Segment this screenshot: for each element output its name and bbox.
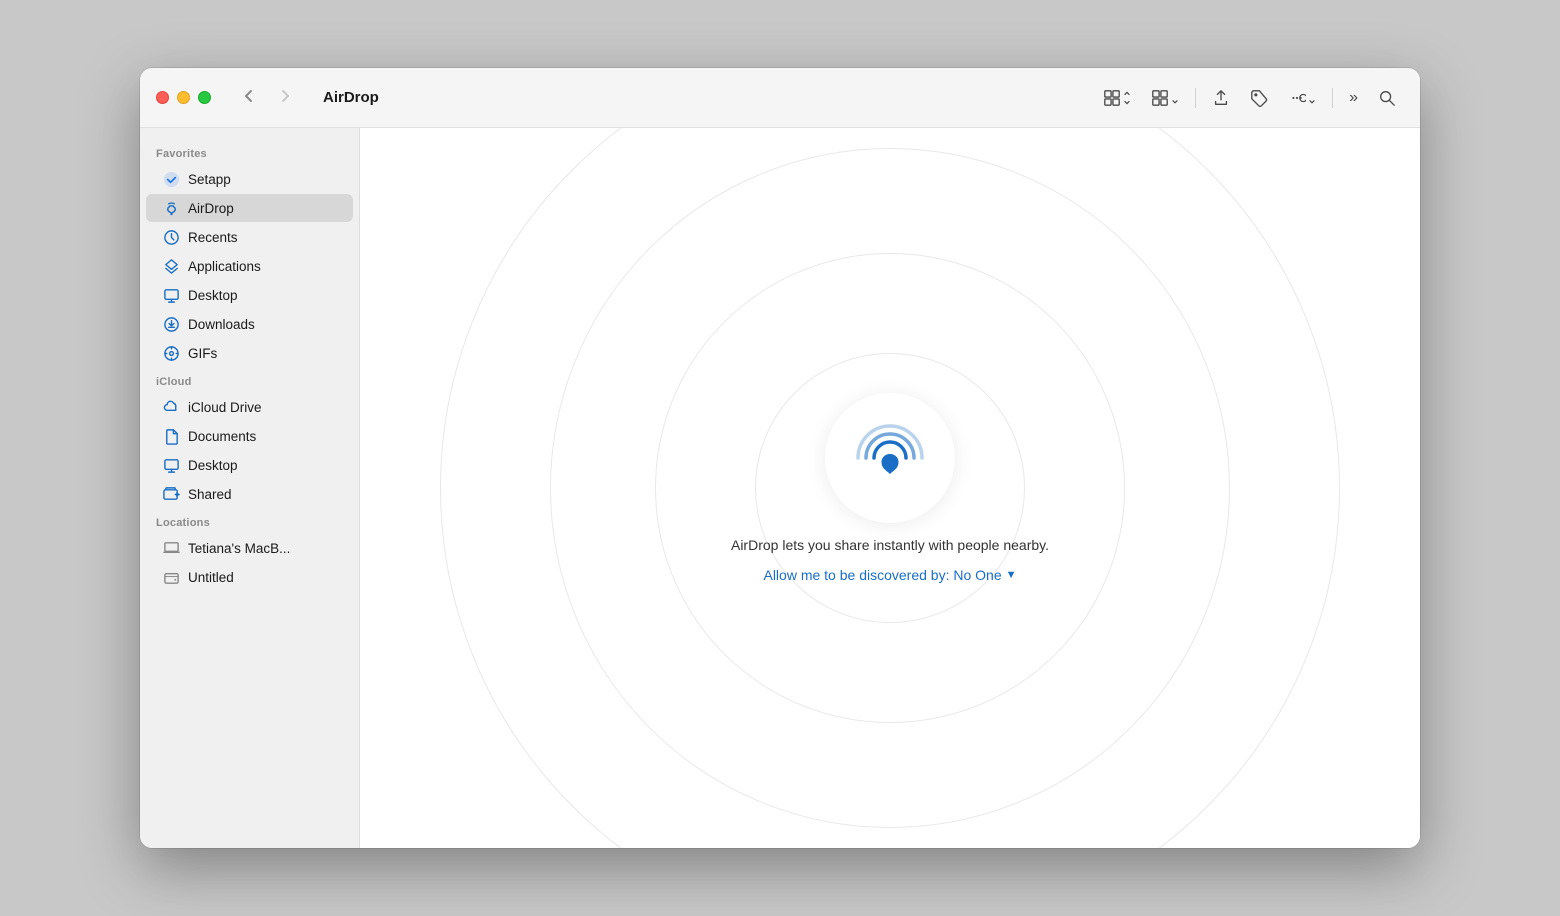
toolbar-actions: » bbox=[1095, 84, 1404, 112]
sidebar-item-applications-label: Applications bbox=[188, 259, 261, 274]
gifs-icon bbox=[162, 344, 180, 362]
back-button[interactable] bbox=[235, 84, 263, 111]
sidebar-item-setapp[interactable]: Setapp bbox=[146, 165, 353, 193]
shared-icon bbox=[162, 485, 180, 503]
desktop-icloud-icon bbox=[162, 456, 180, 474]
airdrop-discover-link[interactable]: Allow me to be discovered by: No One ▼ bbox=[763, 567, 1016, 583]
documents-icon bbox=[162, 427, 180, 445]
sidebar-item-macbook-label: Tetiana's MacB... bbox=[188, 541, 290, 556]
downloads-icon bbox=[162, 315, 180, 333]
icloud-section-label: iCloud bbox=[140, 368, 359, 392]
sidebar-item-untitled-label: Untitled bbox=[188, 570, 234, 585]
laptop-icon bbox=[162, 539, 180, 557]
sidebar-item-icloud-drive[interactable]: iCloud Drive bbox=[146, 393, 353, 421]
sidebar-item-downloads-label: Downloads bbox=[188, 317, 255, 332]
airdrop-description: AirDrop lets you share instantly with pe… bbox=[731, 537, 1049, 553]
finder-window: AirDrop bbox=[140, 68, 1420, 848]
sidebar-item-shared[interactable]: Shared bbox=[146, 480, 353, 508]
share-button[interactable] bbox=[1204, 84, 1238, 112]
sidebar-item-untitled[interactable]: Untitled bbox=[146, 563, 353, 591]
traffic-lights bbox=[156, 91, 211, 104]
recents-icon bbox=[162, 228, 180, 246]
airdrop-sidebar-icon bbox=[162, 199, 180, 217]
sidebar-item-documents-label: Documents bbox=[188, 429, 256, 444]
drive-icon bbox=[162, 568, 180, 586]
view-grid-button[interactable] bbox=[1095, 84, 1139, 112]
favorites-section-label: Favorites bbox=[140, 140, 359, 164]
tag-button[interactable] bbox=[1242, 84, 1276, 112]
minimize-button[interactable] bbox=[177, 91, 190, 104]
sidebar: Favorites Setapp bbox=[140, 128, 360, 848]
icloud-drive-icon bbox=[162, 398, 180, 416]
view-group-button[interactable] bbox=[1143, 84, 1187, 112]
content-area: Favorites Setapp bbox=[140, 128, 1420, 848]
sidebar-item-recents-label: Recents bbox=[188, 230, 238, 245]
airdrop-main-icon bbox=[854, 422, 926, 494]
sidebar-item-desktop-icloud[interactable]: Desktop bbox=[146, 451, 353, 479]
sidebar-item-desktop-icloud-label: Desktop bbox=[188, 458, 238, 473]
close-button[interactable] bbox=[156, 91, 169, 104]
sidebar-item-documents[interactable]: Documents bbox=[146, 422, 353, 450]
sidebar-item-setapp-label: Setapp bbox=[188, 172, 231, 187]
desktop-icon bbox=[162, 286, 180, 304]
applications-icon bbox=[162, 257, 180, 275]
toolbar-overflow-button[interactable]: » bbox=[1341, 85, 1366, 111]
sidebar-item-applications[interactable]: Applications bbox=[146, 252, 353, 280]
sidebar-item-airdrop[interactable]: AirDrop bbox=[146, 194, 353, 222]
sidebar-item-recents[interactable]: Recents bbox=[146, 223, 353, 251]
sidebar-item-desktop-label: Desktop bbox=[188, 288, 238, 303]
forward-button[interactable] bbox=[271, 84, 299, 111]
toolbar: AirDrop bbox=[140, 68, 1420, 128]
sidebar-item-macbook[interactable]: Tetiana's MacB... bbox=[146, 534, 353, 562]
maximize-button[interactable] bbox=[198, 91, 211, 104]
setapp-icon bbox=[162, 170, 180, 188]
airdrop-icon-wrapper bbox=[825, 393, 955, 523]
window-title: AirDrop bbox=[323, 89, 379, 106]
sidebar-item-airdrop-label: AirDrop bbox=[188, 201, 234, 216]
sidebar-item-gifs-label: GIFs bbox=[188, 346, 217, 361]
sidebar-item-desktop[interactable]: Desktop bbox=[146, 281, 353, 309]
search-button[interactable] bbox=[1370, 84, 1404, 112]
sidebar-item-gifs[interactable]: GIFs bbox=[146, 339, 353, 367]
locations-section-label: Locations bbox=[140, 509, 359, 533]
main-content: AirDrop lets you share instantly with pe… bbox=[360, 128, 1420, 848]
sidebar-item-shared-label: Shared bbox=[188, 487, 232, 502]
airdrop-center: AirDrop lets you share instantly with pe… bbox=[731, 393, 1049, 583]
sidebar-item-icloud-drive-label: iCloud Drive bbox=[188, 400, 262, 415]
sidebar-item-downloads[interactable]: Downloads bbox=[146, 310, 353, 338]
more-button[interactable] bbox=[1280, 84, 1324, 112]
